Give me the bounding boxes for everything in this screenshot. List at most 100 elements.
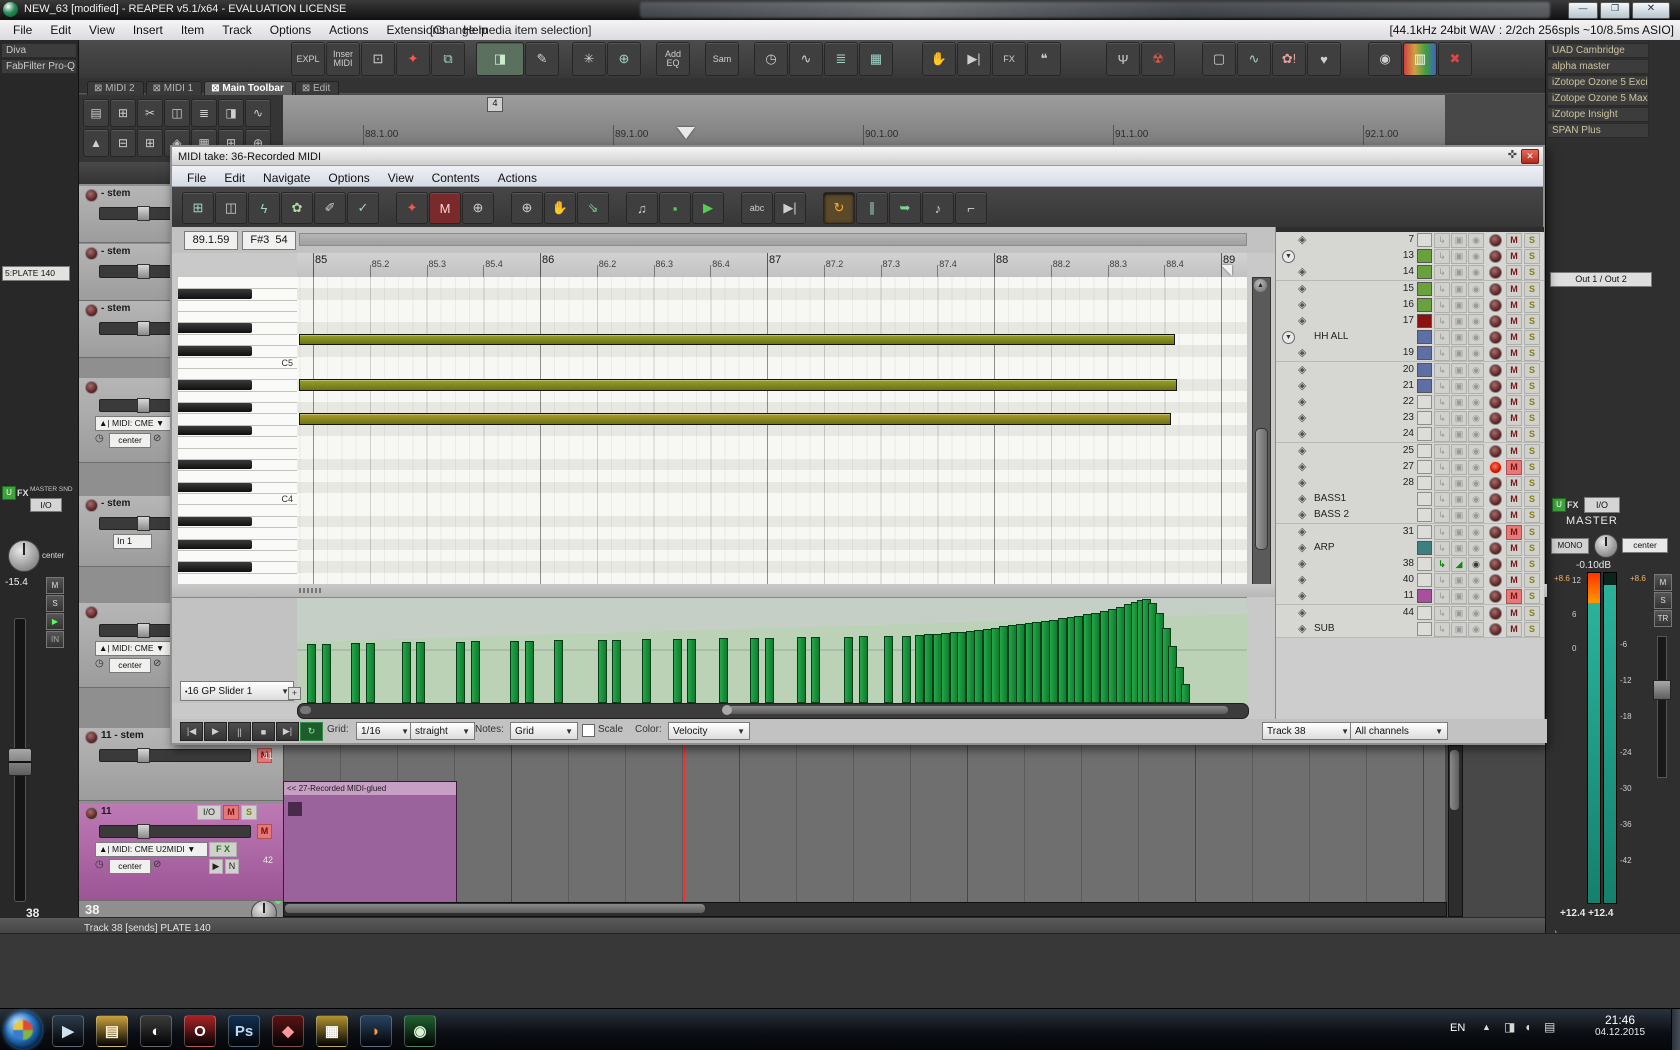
track-color-swatch[interactable] (1417, 508, 1432, 523)
scrub-wheel-button[interactable]: ◉ (1368, 42, 1402, 76)
velocity-bar[interactable] (1058, 618, 1067, 703)
master-mono-button[interactable]: MONO (1551, 538, 1589, 554)
grid-size-select[interactable]: 1/16 ▼ (356, 722, 414, 740)
edit-cursor-marker-icon[interactable] (677, 127, 695, 139)
metering-info-button[interactable]: ∿ (1237, 42, 1271, 76)
mute-button[interactable]: M (1506, 314, 1522, 329)
eye-icon[interactable]: ◉ (1468, 557, 1484, 572)
volume-slider-handle[interactable] (137, 824, 150, 839)
eye-icon[interactable]: ◉ (1468, 443, 1484, 459)
solo-button[interactable]: S (1524, 524, 1540, 540)
edit-toolbar-icon-3[interactable]: ✂ (137, 99, 163, 127)
menu-insert[interactable]: Insert (124, 21, 172, 39)
black-key[interactable] (178, 539, 252, 549)
eye-icon[interactable]: ◉ (1468, 330, 1484, 346)
midi-track-row-23[interactable]: ◈ 23 ↳ ▣ ◉ M S (1276, 410, 1544, 428)
mute-button[interactable]: M (1506, 233, 1522, 248)
velocity-bar[interactable] (510, 641, 519, 703)
track-color-swatch[interactable] (1417, 411, 1432, 426)
track-panel-11[interactable]: 11 I/O M S M ▲| MIDI: CME U2MIDI ▼ F X ◷ center ⊘… (79, 804, 283, 901)
record-arm-button[interactable] (1489, 379, 1502, 393)
track-color-swatch[interactable] (1417, 281, 1432, 296)
lock-icon[interactable]: ▣ (1451, 621, 1467, 637)
velocity-bar[interactable] (902, 635, 911, 703)
black-key[interactable] (178, 425, 252, 436)
midi-track-row-31[interactable]: ◈ 31 ↳ ▣ ◉ M S (1276, 523, 1544, 541)
velocity-lane[interactable] (297, 597, 1247, 703)
lock-icon[interactable]: ▣ (1451, 459, 1467, 475)
cc-draw-icon[interactable]: ↳ (1434, 492, 1450, 508)
cc-draw-icon[interactable]: ↳ (1434, 362, 1450, 378)
master-io-button[interactable]: I/O (1584, 497, 1620, 513)
insert-midi-button[interactable]: Inser MIDI (326, 42, 360, 76)
cc-lane-selector[interactable]: •16 GP Slider 1 ▼ (180, 681, 294, 701)
lock-icon[interactable]: ▣ (1451, 249, 1467, 265)
track-color-swatch[interactable] (1417, 589, 1432, 604)
taskbar-opera-icon[interactable]: O (184, 1015, 216, 1047)
record-arm-button[interactable] (85, 189, 98, 202)
mute-button[interactable]: M (1506, 524, 1522, 540)
menu-actions[interactable]: Actions (320, 21, 377, 39)
track-color-swatch[interactable] (1417, 573, 1432, 588)
palette-warning-button[interactable]: ✿! (1272, 42, 1306, 76)
velocity-bar[interactable] (351, 643, 360, 703)
lock-icon[interactable]: ▣ (1451, 573, 1467, 589)
cc-draw-icon[interactable]: ↳ (1434, 459, 1450, 475)
black-key[interactable] (178, 562, 252, 572)
midi-track-row-22[interactable]: ◈ 22 ↳ ▣ ◉ M S (1276, 394, 1544, 411)
velocity-bar[interactable] (957, 631, 966, 703)
record-arm-button[interactable] (1489, 574, 1502, 588)
mute-button[interactable]: M (1506, 297, 1522, 313)
record-arm-button[interactable] (1489, 444, 1502, 458)
grid-swing-select[interactable]: straight ▼ (410, 722, 475, 740)
tray-network-icon[interactable]: ◨ (1504, 1020, 1515, 1034)
lock-icon[interactable]: ▣ (1451, 395, 1467, 410)
lock-icon[interactable]: ▣ (1451, 605, 1467, 621)
velocity-bar[interactable] (1049, 620, 1058, 703)
pause-button[interactable]: || (228, 722, 251, 741)
cc-draw-icon[interactable]: ↳ (1434, 443, 1450, 459)
add-eq-button[interactable]: Add EQ (656, 42, 690, 76)
record-arm-button[interactable] (1489, 412, 1502, 426)
black-key[interactable] (178, 346, 252, 356)
record-arm-button[interactable] (1489, 266, 1502, 280)
solo-button[interactable]: S (1524, 411, 1540, 427)
color-bars-button[interactable]: ▥ (1403, 42, 1437, 76)
notes-size-select[interactable]: Grid ▼ (510, 722, 578, 740)
solo-button[interactable]: S (1524, 443, 1540, 459)
solo-button[interactable]: S (1524, 281, 1540, 297)
cc-draw-icon[interactable]: ↳ (1434, 540, 1450, 556)
solo-button[interactable]: S (1524, 589, 1540, 605)
velocity-bar[interactable] (1016, 624, 1025, 703)
io-button[interactable]: I/O (197, 805, 221, 820)
midi-note-2[interactable] (299, 379, 1177, 391)
cc-draw-icon[interactable]: ↳ (1434, 621, 1450, 637)
track-color-swatch[interactable] (1417, 427, 1432, 442)
track-color-swatch[interactable] (1417, 265, 1432, 280)
mixer-button[interactable]: ▦ (859, 42, 893, 76)
solo-button[interactable]: S (1524, 265, 1540, 281)
black-key[interactable] (178, 516, 252, 527)
corner-tool-button[interactable]: ⌐ (955, 192, 987, 224)
eye-icon[interactable]: ◉ (1468, 621, 1484, 637)
velocity-bar[interactable] (999, 626, 1008, 703)
left-strip-u-button[interactable]: U (2, 486, 16, 500)
lock-icon[interactable]: ▣ (1451, 508, 1467, 524)
arrange-v-scrollbar[interactable] (1448, 745, 1463, 917)
midi-track-row-40[interactable]: ◈ 40 ↳ ▣ ◉ M S (1276, 572, 1544, 590)
velocity-bar[interactable] (974, 629, 983, 703)
master-mute-button[interactable]: M (1654, 574, 1672, 591)
track-color-swatch[interactable] (1417, 362, 1432, 377)
slider-mute-indicator[interactable]: M (257, 824, 272, 839)
timeline-overview-bar[interactable] (299, 233, 1247, 246)
volume-slider-handle[interactable] (137, 516, 150, 531)
cc-draw-icon[interactable]: ↳ (1434, 314, 1450, 329)
velocity-bar[interactable] (525, 641, 534, 703)
track-color-swatch[interactable] (1417, 249, 1432, 264)
midi-input-selector[interactable]: ▲| MIDI: CME ▼ (95, 641, 174, 656)
palette-check-button[interactable]: ✓ (347, 192, 379, 224)
cc-draw-icon[interactable]: ↳ (1434, 524, 1450, 540)
velocity-bar[interactable] (765, 638, 774, 703)
midi-track-row-ARP[interactable]: ◈ ARP ↳ ▣ ◉ M S (1276, 539, 1544, 557)
lock-icon[interactable]: ▣ (1451, 524, 1467, 540)
